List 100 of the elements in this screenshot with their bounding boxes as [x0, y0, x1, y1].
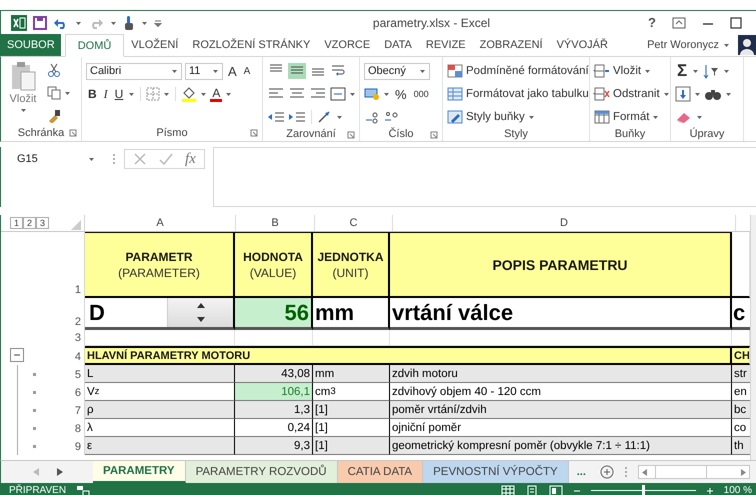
dialog-launcher-icon[interactable] [69, 129, 77, 137]
ribbon-display-icon[interactable] [672, 16, 686, 28]
spin-control[interactable] [167, 298, 233, 327]
increase-decimal-icon[interactable] [364, 110, 380, 124]
number-format-field[interactable]: Obecný [364, 62, 430, 80]
percent-button[interactable]: % [393, 86, 409, 102]
styles-menu-button[interactable]: Styly buňky [447, 107, 585, 127]
ribbon-tab[interactable]: REVIZE [418, 34, 473, 56]
borders-icon[interactable] [146, 87, 160, 101]
copy-icon[interactable] [47, 86, 61, 100]
avatar-icon[interactable] [738, 35, 756, 55]
ribbon-tab[interactable]: VLOŽENÍ [124, 34, 186, 56]
caret-icon[interactable] [528, 114, 535, 120]
decrease-indent-icon[interactable] [267, 110, 285, 124]
autosum-button[interactable]: Σ [675, 62, 690, 80]
horizontal-scrollbar[interactable] [638, 465, 750, 479]
bold-button[interactable]: B [86, 87, 99, 101]
grow-font-button[interactable]: A [226, 64, 239, 78]
ribbon-tab[interactable]: ZOBRAZENÍ [472, 34, 550, 56]
zoom-in-icon[interactable] [706, 486, 714, 495]
down-arrow-icon[interactable] [196, 316, 204, 323]
page-layout-icon[interactable] [524, 484, 539, 495]
customize-icon[interactable] [154, 18, 162, 26]
font-size-field[interactable]: 11 [185, 62, 223, 80]
sheet-tab[interactable]: CATIA DATA [338, 461, 424, 483]
caret-icon[interactable] [110, 20, 117, 26]
italic-button[interactable]: I [102, 86, 110, 102]
next-sheet-icon[interactable] [57, 468, 63, 476]
column-header[interactable]: D [393, 215, 736, 231]
maximize-icon[interactable] [730, 16, 742, 28]
column-header[interactable]: C [315, 215, 393, 231]
merge-cells-icon[interactable] [330, 87, 346, 101]
cells-menu-button[interactable]: Odstranit [594, 84, 666, 104]
cells-menu-button[interactable]: Vložit [594, 61, 666, 81]
macro-record-icon[interactable] [76, 484, 90, 495]
caret-icon[interactable] [383, 91, 390, 97]
outline-level-button[interactable]: 2 [23, 217, 36, 229]
middle-align-icon[interactable] [288, 63, 306, 79]
fill-color-icon[interactable] [181, 86, 198, 102]
thousands-button[interactable]: 000 [412, 89, 431, 99]
caret-icon[interactable] [128, 91, 136, 97]
scissors-icon[interactable] [47, 63, 61, 77]
sheet-tab[interactable]: PARAMETRY [93, 461, 186, 483]
paste-button[interactable]: Vložit [5, 61, 41, 125]
caret-icon[interactable] [662, 91, 670, 97]
caret-icon[interactable] [64, 90, 71, 96]
up-arrow-icon[interactable] [196, 302, 204, 308]
add-sheet-icon[interactable] [600, 465, 614, 479]
caret-icon[interactable] [723, 68, 730, 74]
help-button[interactable]: ? [648, 15, 656, 30]
caret-icon[interactable] [694, 91, 701, 97]
caret-icon[interactable] [20, 107, 26, 113]
dialog-launcher-icon[interactable] [250, 129, 258, 137]
collapse-button[interactable]: − [10, 348, 24, 362]
row-header[interactable]: 3 [60, 330, 85, 346]
caret-icon[interactable] [419, 68, 426, 74]
sheet-tab[interactable]: PEVNOSTNÍ VÝPOČTY [423, 461, 569, 483]
slider-thumb[interactable] [642, 485, 646, 495]
caret-icon[interactable] [171, 68, 178, 74]
dialog-launcher-icon[interactable] [430, 131, 438, 139]
ribbon-tab[interactable]: ROZLOŽENÍ STRÁNKY [185, 34, 318, 56]
hand-icon[interactable] [123, 14, 135, 30]
caret-icon[interactable] [349, 91, 356, 97]
outline-level-button[interactable]: 1 [10, 217, 23, 229]
formula-field[interactable] [212, 147, 756, 207]
sort-filter-icon[interactable] [702, 63, 720, 79]
zoom-level[interactable]: 100 % [724, 485, 752, 495]
fill-down-icon[interactable] [675, 86, 691, 102]
sheet-tab[interactable]: PARAMETRY ROZVODŮ [186, 461, 338, 483]
name-box[interactable]: G15 [12, 150, 100, 168]
save-icon[interactable] [33, 16, 47, 30]
insert-function-button[interactable]: fx [185, 150, 196, 168]
caret-icon[interactable] [141, 20, 148, 26]
caret-icon[interactable] [725, 91, 732, 97]
scroll-left-icon[interactable] [642, 468, 647, 476]
vertical-scrollbar[interactable] [750, 215, 756, 460]
caret-icon[interactable] [75, 20, 82, 26]
file-tab[interactable]: SOUBOR [1, 34, 61, 56]
caret-icon[interactable] [88, 156, 95, 162]
dialog-launcher-icon[interactable] [347, 131, 355, 139]
caret-icon[interactable] [163, 91, 170, 97]
caret-icon[interactable] [723, 42, 730, 48]
caret-icon[interactable] [200, 91, 208, 97]
ribbon-tab[interactable]: DOMŮ [64, 34, 124, 57]
page-break-icon[interactable] [548, 484, 563, 495]
scroll-right-icon[interactable] [741, 468, 746, 476]
ribbon-tab[interactable]: VZORCE [317, 34, 378, 56]
caret-icon[interactable] [225, 91, 232, 97]
ribbon-tab[interactable]: DATA [377, 34, 419, 56]
column-header[interactable]: A [85, 215, 236, 231]
caret-icon[interactable] [652, 114, 660, 120]
ribbon-tab[interactable]: VÝVOJÁŘ [550, 34, 615, 56]
check-icon[interactable] [159, 152, 173, 166]
caret-icon[interactable] [212, 68, 219, 74]
underline-button[interactable]: U [112, 87, 126, 101]
caret-icon[interactable] [692, 68, 700, 74]
column-header[interactable]: B [236, 215, 315, 231]
user-name[interactable]: Petr Woronycz [647, 39, 719, 51]
more-sheets-button[interactable]: ... [568, 461, 594, 483]
normal-view-icon[interactable] [500, 484, 515, 495]
